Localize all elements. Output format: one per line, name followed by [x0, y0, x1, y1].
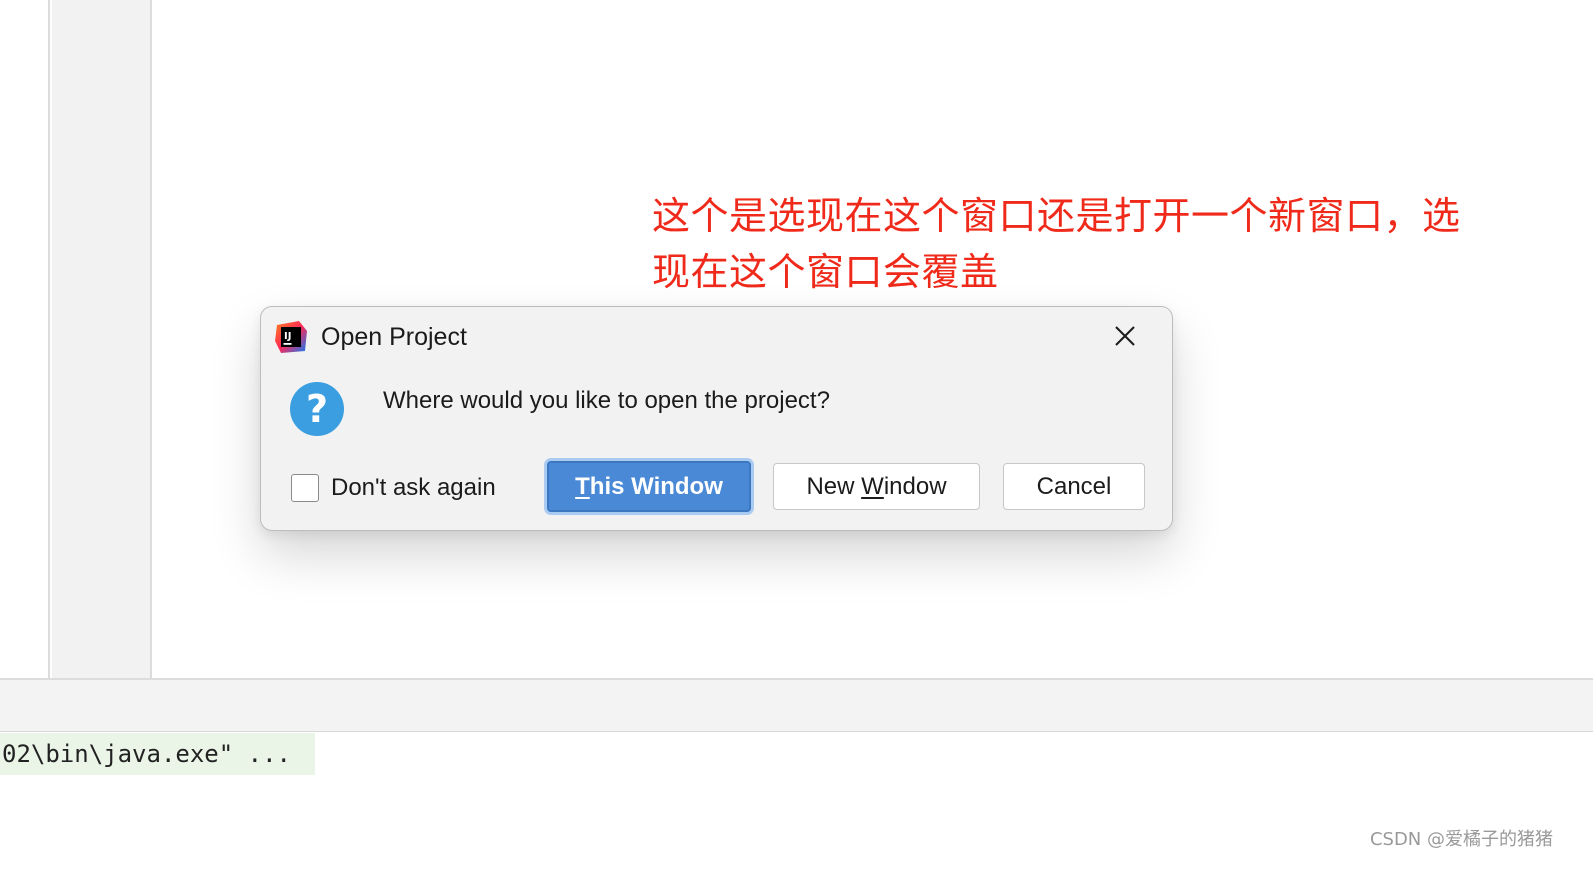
button-mnemonic: W [861, 472, 884, 500]
new-window-button[interactable]: New Window [773, 463, 980, 510]
close-icon [1115, 326, 1135, 346]
project-side-panel [52, 0, 152, 678]
red-annotation: 这个是选现在这个窗口还是打开一个新窗口，选 现在这个窗口会覆盖 [652, 188, 1532, 300]
question-icon: ? [289, 381, 345, 437]
button-mnemonic: T [575, 472, 590, 500]
console-output-line: 02\bin\java.exe" ... [0, 733, 315, 775]
screen: 02\bin\java.exe" ... 这个是选现在这个窗口还是打开一个新窗口… [0, 0, 1593, 869]
this-window-button[interactable]: This Window [547, 461, 751, 512]
watermark: CSDN @爱橘子的猪猪 [1369, 829, 1553, 850]
run-console: 02\bin\java.exe" ... [0, 733, 1593, 869]
checkbox-box[interactable] [291, 474, 319, 502]
close-button[interactable] [1108, 319, 1142, 353]
open-project-dialog: IJ Open Project ? Where would you like t… [260, 306, 1173, 531]
dialog-message: Where would you like to open the project… [383, 387, 830, 414]
button-label-pre: New [806, 472, 862, 500]
cancel-button[interactable]: Cancel [1003, 463, 1145, 510]
dialog-title: Open Project [321, 323, 467, 351]
svg-text:?: ? [306, 387, 328, 431]
annotation-line-2: 现在这个窗口会覆盖 [652, 250, 999, 294]
left-gutter [0, 0, 50, 678]
annotation-line-1: 这个是选现在这个窗口还是打开一个新窗口，选 [652, 194, 1461, 238]
dont-ask-again-checkbox[interactable]: Don't ask again [291, 470, 496, 506]
checkbox-label: Don't ask again [331, 474, 496, 501]
tool-window-header [0, 678, 1593, 732]
intellij-idea-icon: IJ [275, 321, 307, 353]
button-label-post: his Window [589, 472, 723, 500]
button-label-post: indow [883, 472, 947, 500]
svg-text:IJ: IJ [284, 331, 291, 342]
